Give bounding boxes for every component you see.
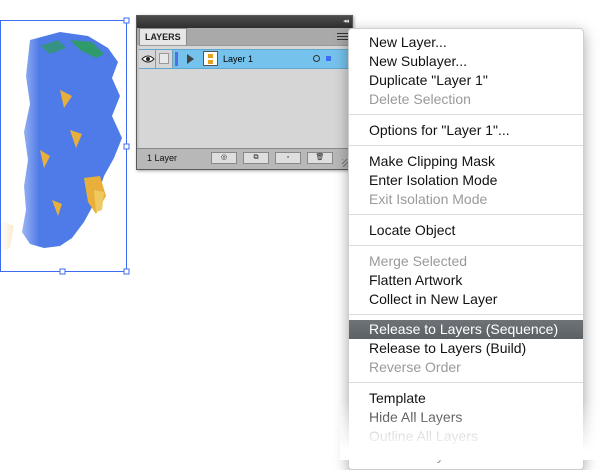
menu-item-exit-isolation-mode: Exit Isolation Mode xyxy=(369,191,488,207)
menu-item-new-layer[interactable]: New Layer... xyxy=(349,33,583,52)
menu-separator xyxy=(349,214,583,215)
panel-footer: 1 Layer ◎ ⧉ ▫ 🗑 xyxy=(137,148,352,169)
menu-separator xyxy=(349,145,583,146)
menu-item-enter-isolation-mode[interactable]: Enter Isolation Mode xyxy=(349,171,583,190)
delete-layer-icon: 🗑 xyxy=(315,154,325,161)
layer-color-swatch xyxy=(175,52,178,66)
menu-item-duplicate-layer[interactable]: Duplicate "Layer 1" xyxy=(349,71,583,90)
layers-flyout-menu: New Layer... New Sublayer... Duplicate "… xyxy=(348,28,584,470)
layer-count: 1 Layer xyxy=(147,153,178,163)
menu-item-release-to-layers-sequence[interactable]: Release to Layers (Sequence) xyxy=(349,320,583,339)
menu-item-hide-all-layers[interactable]: Hide All Layers xyxy=(349,408,583,427)
lock-toggle[interactable] xyxy=(156,50,173,68)
menu-item-release-to-layers-build[interactable]: Release to Layers (Build) xyxy=(349,339,583,358)
menu-separator xyxy=(349,114,583,115)
menu-separator xyxy=(349,382,583,383)
menu-item-delete-selection: Delete Selection xyxy=(369,91,471,107)
selected-artwork[interactable] xyxy=(0,0,140,290)
layer-thumbnail xyxy=(203,51,218,66)
target-icon[interactable] xyxy=(313,55,320,62)
menu-item-outline-all-layers: Outline All Layers xyxy=(369,428,478,444)
selection-indicator-icon[interactable] xyxy=(326,56,331,61)
menu-item-collect-in-new-layer[interactable]: Collect in New Layer xyxy=(349,290,583,309)
collapse-panel-icon[interactable]: ◂◂ xyxy=(343,16,349,28)
layer-name[interactable]: Layer 1 xyxy=(223,50,253,68)
menu-item-new-sublayer[interactable]: New Sublayer... xyxy=(349,52,583,71)
menu-item-lock-all-layers: Lock All Layers xyxy=(369,447,464,463)
layer-row[interactable]: Layer 1 xyxy=(139,49,350,69)
locate-object-icon: ◎ xyxy=(220,154,228,161)
menu-separator xyxy=(349,314,583,315)
menu-item-template[interactable]: Template xyxy=(349,389,583,408)
new-sublayer-button[interactable]: ▫ xyxy=(275,152,301,164)
delete-layer-button[interactable]: 🗑 xyxy=(307,152,333,164)
menu-item-flatten-artwork[interactable]: Flatten Artwork xyxy=(349,271,583,290)
visibility-toggle[interactable] xyxy=(139,50,156,68)
menu-separator xyxy=(349,245,583,246)
tab-layers[interactable]: LAYERS xyxy=(139,28,187,45)
panel-title-bar[interactable]: ◂◂ xyxy=(137,16,352,28)
artwork-shape xyxy=(0,20,140,280)
menu-item-reverse-order: Reverse Order xyxy=(369,359,461,375)
expand-triangle-icon[interactable] xyxy=(187,54,194,64)
eye-icon xyxy=(141,55,155,63)
lock-empty-icon xyxy=(159,53,169,64)
menu-item-locate-object[interactable]: Locate Object xyxy=(349,221,583,240)
locate-object-button[interactable]: ◎ xyxy=(211,152,237,164)
layers-list[interactable]: Layer 1 xyxy=(139,45,350,150)
layers-panel: ◂◂ LAYERS Layer 1 1 Layer ◎ ⧉ ▫ 🗑 xyxy=(136,15,353,170)
make-clipping-mask-icon: ⧉ xyxy=(253,154,259,161)
menu-item-layer-options[interactable]: Options for "Layer 1"... xyxy=(349,121,583,140)
menu-item-make-clipping-mask[interactable]: Make Clipping Mask xyxy=(349,152,583,171)
make-clipping-mask-button[interactable]: ⧉ xyxy=(243,152,269,164)
new-sublayer-icon: ▫ xyxy=(286,154,290,161)
menu-item-merge-selected: Merge Selected xyxy=(369,253,468,269)
